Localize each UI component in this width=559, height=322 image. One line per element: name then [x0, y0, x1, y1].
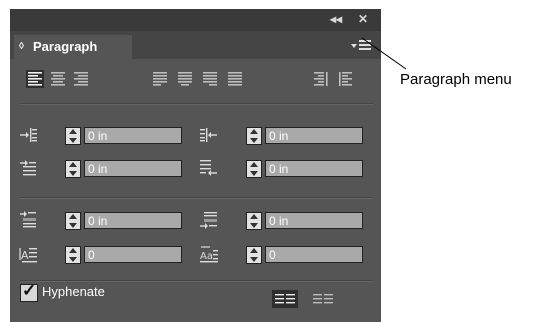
- space-before-stepper[interactable]: [65, 212, 81, 230]
- divider: [20, 280, 373, 282]
- panel-title-bar: ◂◂ ✕: [10, 9, 381, 31]
- align-center-icon: [51, 72, 65, 86]
- svg-text:A: A: [21, 249, 29, 262]
- drop-cap-lines-icon: A: [19, 248, 37, 263]
- align-left-button[interactable]: [26, 70, 44, 88]
- justify-last-right-button[interactable]: [201, 70, 219, 88]
- drop-cap-characters-stepper[interactable]: [246, 246, 262, 264]
- collapse-icon[interactable]: ◂◂: [330, 12, 342, 26]
- last-line-right-indent-icon: [200, 160, 217, 176]
- space-after-stepper[interactable]: [246, 212, 262, 230]
- justify-last-center-icon: [178, 72, 192, 86]
- justify-all-button[interactable]: [226, 70, 244, 88]
- close-icon[interactable]: ✕: [358, 12, 368, 26]
- tab-paragraph[interactable]: ◊ Paragraph: [14, 35, 132, 59]
- callout-line: [361, 37, 407, 70]
- justify-last-left-button[interactable]: [151, 70, 169, 88]
- align-to-baseline-grid-button[interactable]: [310, 290, 336, 308]
- divider: [20, 103, 373, 105]
- right-indent-icon: [200, 128, 217, 142]
- tab-paragraph-label: Paragraph: [33, 39, 98, 54]
- checkmark-icon: ✓: [22, 281, 37, 300]
- callout-label: Paragraph menu: [400, 71, 512, 88]
- last-line-right-indent-field[interactable]: 0 in: [265, 160, 363, 177]
- updown-icon: ◊: [19, 41, 24, 52]
- do-not-align-to-grid-button[interactable]: [272, 290, 298, 308]
- drop-cap-characters-icon: Aa: [200, 246, 218, 263]
- space-after-icon: [200, 212, 217, 229]
- align-away-from-spine-button[interactable]: [337, 70, 355, 88]
- first-line-indent-icon: [20, 160, 36, 176]
- justify-last-right-icon: [203, 72, 217, 86]
- divider: [20, 197, 373, 199]
- right-indent-stepper[interactable]: [246, 127, 262, 145]
- space-before-icon: [20, 211, 36, 228]
- hyphenate-checkbox[interactable]: ✓: [20, 281, 38, 302]
- justify-last-center-button[interactable]: [176, 70, 194, 88]
- last-line-right-indent-stepper[interactable]: [246, 160, 262, 178]
- first-line-indent-field[interactable]: 0 in: [84, 160, 182, 177]
- space-before-field[interactable]: 0 in: [84, 212, 182, 229]
- align-right-icon: [74, 72, 88, 86]
- left-indent-icon: [20, 128, 37, 142]
- align-center-button[interactable]: [49, 70, 67, 88]
- panel-tab-row: ◊ Paragraph: [10, 31, 381, 59]
- drop-cap-lines-stepper[interactable]: [65, 246, 81, 264]
- right-indent-field[interactable]: 0 in: [265, 127, 363, 144]
- justify-last-left-icon: [153, 72, 167, 86]
- drop-cap-characters-field[interactable]: 0: [265, 246, 363, 263]
- left-indent-field[interactable]: 0 in: [84, 127, 182, 144]
- align-toward-spine-button[interactable]: [312, 70, 330, 88]
- justify-all-icon: [228, 72, 242, 86]
- svg-text:Aa: Aa: [200, 251, 213, 262]
- hyphenate-label: Hyphenate: [42, 284, 105, 299]
- drop-cap-lines-field[interactable]: 0: [84, 246, 182, 263]
- align-away-from-spine-icon: [339, 72, 352, 86]
- align-to-baseline-grid-icon: [313, 294, 333, 304]
- align-toward-spine-icon: [314, 72, 328, 86]
- do-not-align-to-grid-icon: [275, 294, 295, 304]
- align-left-icon: [28, 72, 42, 86]
- align-right-button[interactable]: [72, 70, 90, 88]
- space-after-field[interactable]: 0 in: [265, 212, 363, 229]
- paragraph-panel: ◂◂ ✕ ◊ Paragraph 0 in 0 in 0 in 0 in 0 i…: [10, 9, 381, 322]
- first-line-indent-stepper[interactable]: [65, 160, 81, 178]
- left-indent-stepper[interactable]: [65, 127, 81, 145]
